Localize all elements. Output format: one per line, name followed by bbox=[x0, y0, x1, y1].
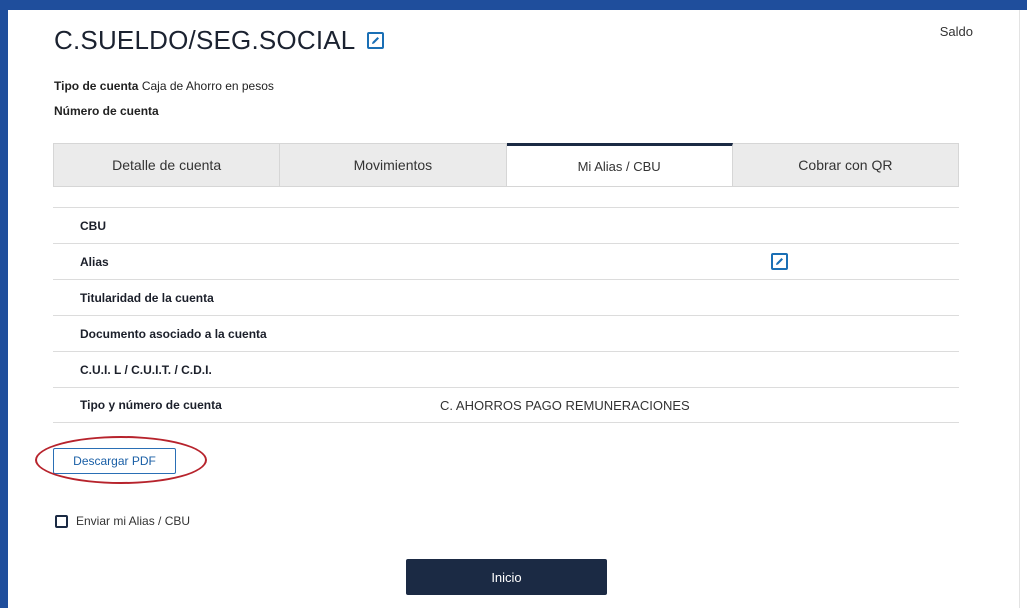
alias-pencil-edit-icon[interactable] bbox=[771, 253, 788, 270]
account-type-value: Caja de Ahorro en pesos bbox=[141, 79, 274, 93]
title-row: C.SUELDO/SEG.SOCIAL bbox=[54, 25, 385, 56]
alias-cbu-table: CBU Alias Titularidad de la cuenta Docum… bbox=[53, 207, 959, 423]
page-title: C.SUELDO/SEG.SOCIAL bbox=[54, 25, 356, 55]
tab-mi-alias-cbu[interactable]: Mi Alias / CBU bbox=[506, 143, 733, 186]
send-alias-option: Enviar mi Alias / CBU bbox=[55, 514, 190, 528]
window-frame-top bbox=[0, 0, 1027, 10]
account-number-label: Número de cuenta bbox=[54, 104, 159, 118]
tab-cobrar-con-qr[interactable]: Cobrar con QR bbox=[732, 144, 958, 186]
account-type-label: Tipo de cuenta bbox=[54, 79, 139, 93]
table-row-cuil: C.U.I. L / C.U.I.T. / C.D.I. bbox=[53, 351, 959, 387]
table-row-titularidad: Titularidad de la cuenta bbox=[53, 279, 959, 315]
row-label: Documento asociado a la cuenta bbox=[80, 326, 267, 341]
download-pdf-button[interactable]: Descargar PDF bbox=[53, 448, 176, 474]
row-label: Tipo y número de cuenta bbox=[80, 398, 222, 412]
tab-bar: Detalle de cuenta Movimientos Mi Alias /… bbox=[53, 143, 959, 187]
saldo-label: Saldo bbox=[939, 24, 973, 39]
page-edge bbox=[1019, 10, 1020, 608]
inicio-button[interactable]: Inicio bbox=[406, 559, 607, 595]
row-label: CBU bbox=[80, 218, 106, 233]
tab-movimientos[interactable]: Movimientos bbox=[280, 144, 507, 186]
table-row-documento: Documento asociado a la cuenta bbox=[53, 315, 959, 351]
account-number-line: Número de cuenta bbox=[54, 104, 159, 118]
send-alias-label[interactable]: Enviar mi Alias / CBU bbox=[76, 514, 190, 528]
pencil-edit-icon[interactable] bbox=[367, 32, 385, 49]
row-label: Alias bbox=[80, 254, 109, 269]
tab-detalle-de-cuenta[interactable]: Detalle de cuenta bbox=[54, 144, 281, 186]
table-row-alias: Alias bbox=[53, 243, 959, 279]
window-frame-left bbox=[0, 0, 8, 608]
row-label: C.U.I. L / C.U.I.T. / C.D.I. bbox=[80, 362, 212, 377]
row-label: Titularidad de la cuenta bbox=[80, 290, 214, 305]
account-type-line: Tipo de cuenta Caja de Ahorro en pesos bbox=[54, 79, 274, 93]
send-alias-checkbox[interactable] bbox=[55, 514, 68, 528]
table-row-tipo-numero: Tipo y número de cuenta C. AHORROS PAGO … bbox=[53, 387, 959, 423]
table-row-cbu: CBU bbox=[53, 207, 959, 243]
row-value: C. AHORROS PAGO REMUNERACIONES bbox=[440, 397, 690, 413]
